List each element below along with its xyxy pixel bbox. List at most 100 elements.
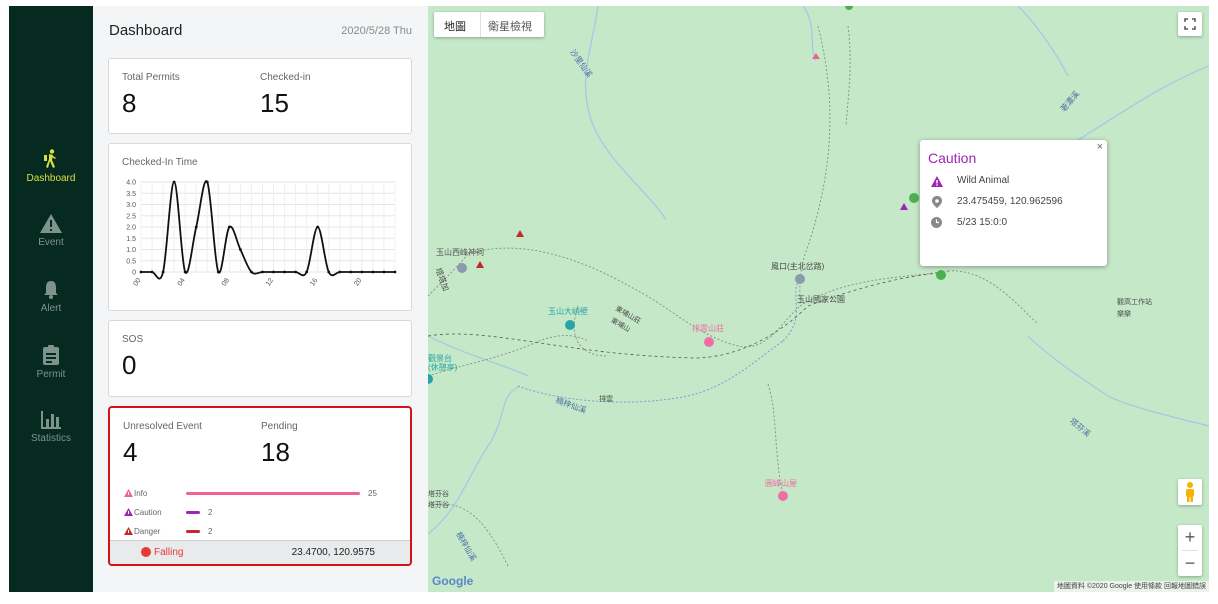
sidebar-item-permit[interactable]: Permit xyxy=(9,345,93,380)
y-tick-label: 4.0 xyxy=(126,180,136,187)
breakdown-count: 25 xyxy=(368,489,377,498)
map-view[interactable]: 沙里仙溪 玉山西峰神祠 塔塔加 觀景台 (休憩亭) 玉山大峭壁 東埔山莊 東埔山… xyxy=(428,6,1209,592)
data-point xyxy=(150,270,154,274)
data-point xyxy=(283,270,286,274)
map-label: 排雲山莊 xyxy=(692,324,724,333)
event-breakdown-info: Info 25 xyxy=(124,488,394,500)
data-point xyxy=(227,225,231,229)
zoom-in-button[interactable]: + xyxy=(1178,525,1202,550)
event-breakdown-danger: Danger 2 xyxy=(124,526,394,538)
map-type-map-button[interactable]: 地圖 xyxy=(444,18,466,34)
breakdown-count: 2 xyxy=(208,508,213,517)
event-info-window: Caution × Wild Animal 23.475459, 120.962… xyxy=(920,140,1107,266)
breakdown-bar xyxy=(186,492,360,495)
location-pin-icon xyxy=(932,196,942,208)
sidebar-item-label: Permit xyxy=(36,369,66,380)
map-label: 排雲 xyxy=(599,396,613,403)
checked-in-value: 15 xyxy=(260,88,289,118)
bar-chart-icon xyxy=(41,411,61,429)
event-breakdown-caution: Caution 2 xyxy=(124,507,394,519)
data-point xyxy=(238,248,242,251)
data-point xyxy=(139,270,143,274)
map-label: 風口(主北岔路) xyxy=(771,262,825,271)
sidebar-item-label: Alert xyxy=(40,303,62,314)
info-warning-icon xyxy=(124,489,133,497)
clock-icon xyxy=(931,217,942,228)
sidebar-item-alert[interactable]: Alert xyxy=(9,280,93,314)
data-point xyxy=(161,270,165,274)
data-point xyxy=(272,270,275,274)
sidebar: Dashboard Event Alert Permit Statistics xyxy=(9,6,93,592)
popup-coords: 23.475459, 120.962596 xyxy=(957,196,1063,207)
data-point xyxy=(316,225,320,229)
zoom-out-button[interactable]: − xyxy=(1178,551,1202,576)
sidebar-item-label: Statistics xyxy=(30,433,71,444)
y-tick-label: 0 xyxy=(132,270,136,277)
google-logo: Google xyxy=(432,574,474,588)
map-label: (休憩亭) xyxy=(428,363,458,372)
y-tick-label: 2.5 xyxy=(126,213,136,220)
series-line xyxy=(141,180,395,280)
unresolved-value: 4 xyxy=(123,437,138,467)
x-tick-label: 08 xyxy=(221,277,231,287)
data-point xyxy=(382,270,386,274)
map-type-satellite-button[interactable]: 衛星檢視 xyxy=(488,18,532,34)
y-tick-label: 3.0 xyxy=(126,202,136,209)
checked-in-label: Checked-in xyxy=(260,72,311,83)
popup-close-button[interactable]: × xyxy=(1097,141,1103,153)
unresolved-events-card[interactable]: Unresolved Event 4 Pending 18 Info 25 Ca… xyxy=(108,406,412,566)
x-tick-label: 12 xyxy=(265,277,275,287)
current-date: 2020/5/28 Thu xyxy=(341,25,412,37)
breakdown-name: Danger xyxy=(134,527,161,536)
checked-in-time-chart: 0 0.5 1.0 1.5 2.0 2.5 3.0 3.5 4.0 00 04 08 12 16 20 xyxy=(126,180,397,288)
data-point xyxy=(172,180,176,184)
sos-card: SOS 0 xyxy=(108,320,412,397)
y-tick-label: 3.5 xyxy=(126,191,136,198)
map-label: 樂樂 xyxy=(1117,311,1131,318)
sidebar-item-dashboard[interactable]: Dashboard xyxy=(9,149,93,184)
warning-icon xyxy=(40,214,62,233)
data-point xyxy=(216,270,220,274)
y-tick-label: 2.0 xyxy=(126,225,136,232)
warning-icon xyxy=(931,176,943,187)
breakdown-count: 2 xyxy=(208,527,213,536)
divider xyxy=(480,12,481,37)
popup-time: 5/23 15:0:0 xyxy=(957,217,1008,228)
sos-value: 0 xyxy=(122,350,137,380)
data-point xyxy=(194,225,198,229)
data-point xyxy=(338,270,342,274)
data-point xyxy=(393,270,397,274)
data-point xyxy=(371,270,375,274)
popup-title: Caution xyxy=(928,150,977,166)
data-point xyxy=(349,270,353,274)
footer-coords: 23.4700, 120.9575 xyxy=(291,547,375,558)
sidebar-item-statistics[interactable]: Statistics xyxy=(9,411,93,444)
latest-event-footer[interactable]: Falling 23.4700, 120.9575 xyxy=(110,540,410,564)
bell-icon xyxy=(44,281,58,299)
breakdown-bar xyxy=(186,530,200,533)
data-point xyxy=(183,270,187,274)
fullscreen-icon xyxy=(1184,18,1196,30)
data-point xyxy=(294,270,298,274)
chart-title: Checked-In Time xyxy=(122,157,198,168)
clipboard-icon xyxy=(43,345,59,365)
map-label: 玉山國家公園 xyxy=(797,295,845,304)
zoom-control: + − xyxy=(1178,525,1202,576)
caution-warning-icon xyxy=(124,508,133,516)
data-point xyxy=(250,270,253,274)
pending-label: Pending xyxy=(261,421,298,432)
sidebar-item-label: Event xyxy=(38,237,64,248)
total-permits-value: 8 xyxy=(122,88,137,118)
status-dot-icon xyxy=(141,547,151,557)
fullscreen-button[interactable] xyxy=(1178,12,1202,36)
map-label: 圓峰山屋 xyxy=(765,479,797,488)
data-point xyxy=(327,270,331,274)
map-label: 觀高工作站 xyxy=(1117,299,1152,306)
total-permits-label: Total Permits xyxy=(122,72,180,83)
sidebar-item-event[interactable]: Event xyxy=(9,214,93,248)
street-view-button[interactable] xyxy=(1178,479,1202,505)
breakdown-name: Info xyxy=(134,489,148,498)
map-label: 玉山西峰神祠 xyxy=(436,248,484,257)
danger-warning-icon xyxy=(124,527,133,535)
map-attribution[interactable]: 地圖資料 ©2020 Google 使用條款 回報地圖錯誤 xyxy=(1053,581,1209,592)
